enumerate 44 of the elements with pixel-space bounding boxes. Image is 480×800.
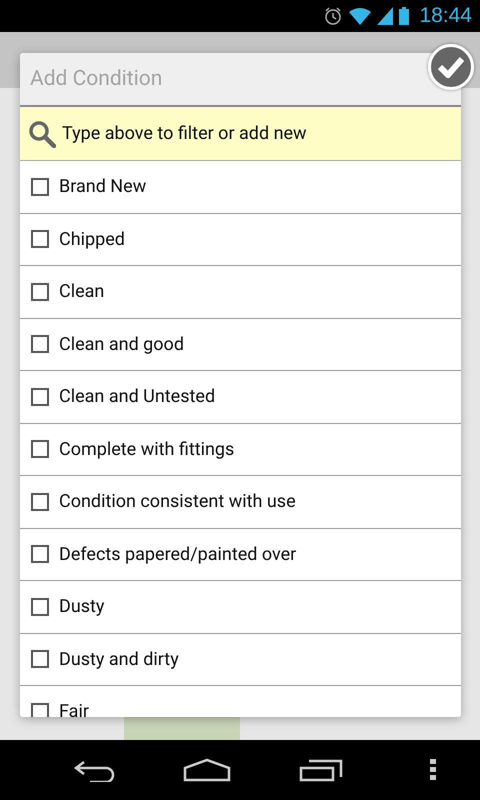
- list-item[interactable]: Defects papered/painted over: [20, 528, 461, 581]
- checkbox[interactable]: [31, 230, 49, 248]
- list-item[interactable]: Clean: [20, 266, 461, 318]
- item-label: Defects papered/painted over: [59, 544, 296, 565]
- search-icon: [28, 120, 56, 148]
- item-label: Condition consistent with use: [59, 491, 296, 512]
- list-item[interactable]: Chipped: [20, 214, 461, 266]
- item-label: Clean and good: [59, 334, 184, 355]
- filter-hint: Type above to filter or add new: [62, 123, 307, 144]
- item-label: Clean: [59, 281, 104, 302]
- dialog-title: Add Condition: [20, 53, 461, 107]
- item-label: Complete with fittings: [59, 438, 234, 460]
- list-item[interactable]: Dusty and dirty: [20, 634, 461, 686]
- home-icon[interactable]: [183, 758, 232, 782]
- list-item[interactable]: Clean and good: [20, 318, 461, 371]
- checkbox[interactable]: [31, 492, 49, 511]
- item-label: Dusty: [59, 596, 104, 618]
- checkbox[interactable]: [31, 440, 49, 458]
- list-item[interactable]: Dusty: [20, 581, 461, 634]
- recent-apps-icon[interactable]: [298, 758, 343, 782]
- item-label: Dusty and dirty: [59, 648, 179, 670]
- signal-icon: [377, 7, 394, 25]
- item-label: Chipped: [59, 228, 125, 250]
- list-item[interactable]: Clean and Untested: [20, 371, 461, 424]
- checkbox[interactable]: [31, 545, 49, 564]
- menu-icon[interactable]: [430, 759, 436, 781]
- checkbox[interactable]: [31, 178, 49, 196]
- list-item[interactable]: Condition consistent with use: [20, 476, 461, 528]
- clock: 18:44: [419, 4, 472, 28]
- checkbox[interactable]: [31, 282, 49, 301]
- alarm-icon: [323, 6, 344, 26]
- checkbox[interactable]: [31, 702, 49, 717]
- checkmark-icon: [438, 56, 464, 78]
- back-icon[interactable]: [74, 758, 116, 782]
- item-label: Brand New: [59, 176, 146, 198]
- checkbox[interactable]: [31, 650, 49, 668]
- item-label: Clean and Untested: [59, 386, 216, 408]
- list-item[interactable]: Brand New: [20, 161, 461, 214]
- wifi-icon: [349, 7, 372, 25]
- battery-icon: [399, 7, 410, 25]
- checkbox[interactable]: [31, 598, 49, 616]
- checkbox[interactable]: [31, 335, 49, 354]
- list-item[interactable]: Complete with fittings: [20, 424, 461, 476]
- checkbox[interactable]: [31, 388, 49, 406]
